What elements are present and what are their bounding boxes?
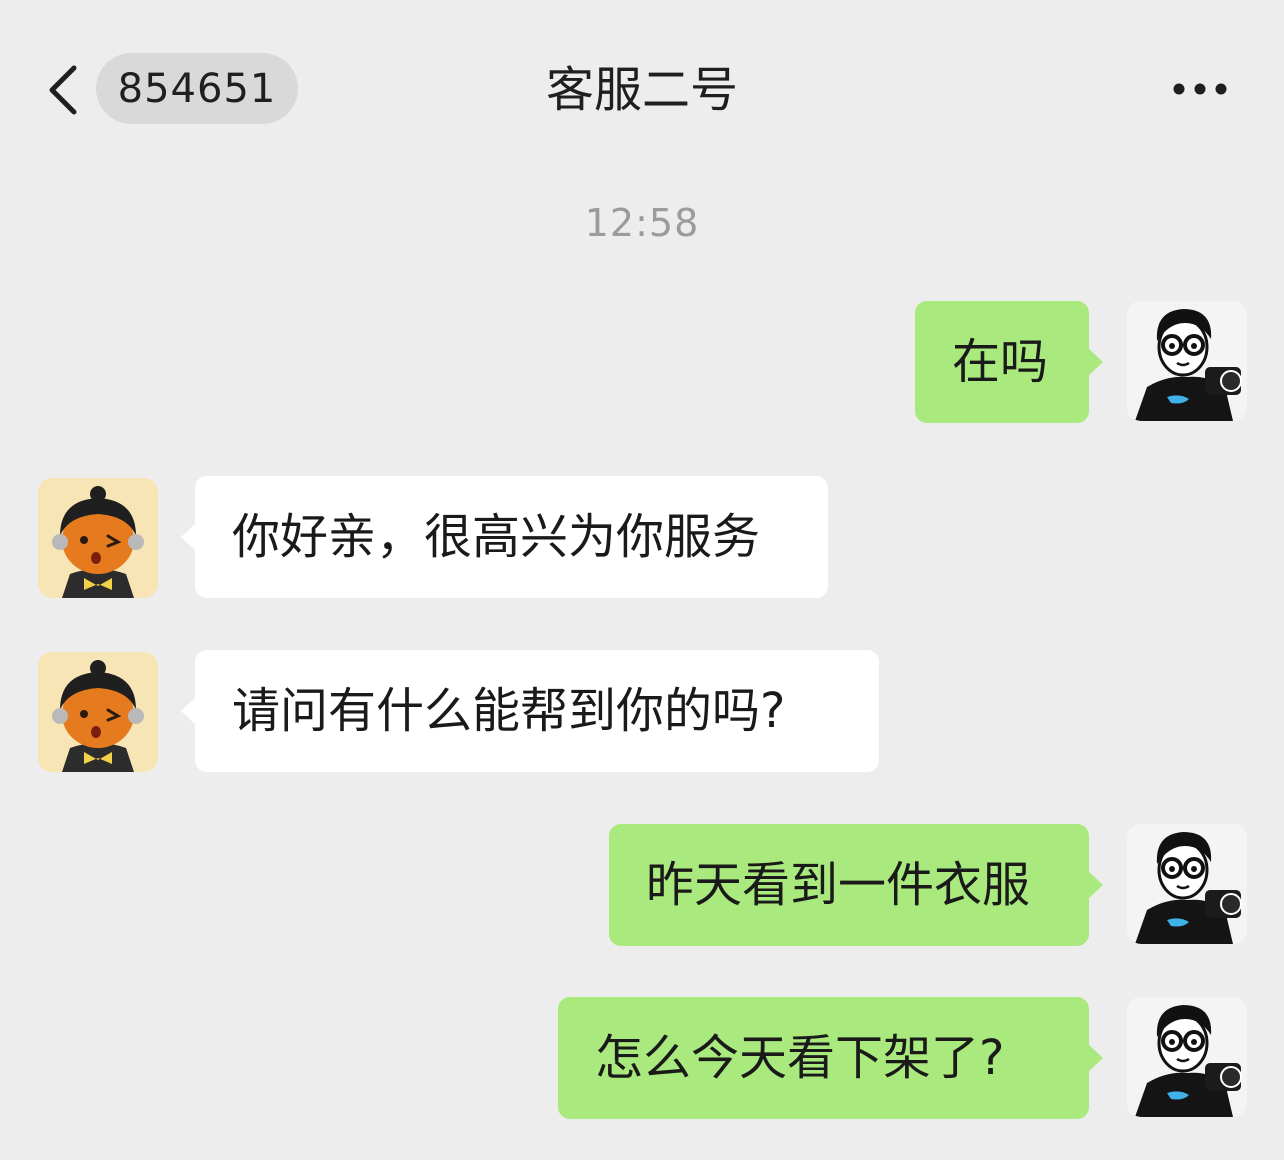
sent-message-bubble[interactable]: 怎么今天看下架了? — [558, 997, 1103, 1119]
chat-title: 客服二号 — [545, 62, 738, 118]
message-timestamp: 12:58 — [584, 201, 700, 245]
message-text: 昨天看到一件衣服 — [646, 857, 1031, 913]
sent-message-bubble[interactable]: 在吗 — [915, 301, 1103, 423]
message-text: 在吗 — [952, 334, 1049, 390]
chat-header: 854651 客服二号 — [0, 0, 1284, 180]
user-avatar-icon — [1127, 301, 1247, 421]
message-text: 请问有什么能帮到你的吗? — [232, 683, 786, 739]
received-message-bubble[interactable]: 你好亲，很高兴为你服务 — [181, 476, 828, 598]
message-text: 怎么今天看下架了? — [595, 1030, 1005, 1086]
agent-avatar-icon — [38, 652, 158, 772]
agent-avatar[interactable] — [38, 652, 158, 772]
my-avatar[interactable] — [1127, 997, 1247, 1117]
user-avatar-icon — [1127, 997, 1247, 1117]
message-text: 你好亲，很高兴为你服务 — [232, 509, 761, 565]
ellipsis-icon — [1173, 83, 1227, 95]
user-avatar-icon — [1127, 824, 1247, 944]
my-avatar[interactable] — [1127, 301, 1247, 421]
my-avatar[interactable] — [1127, 824, 1247, 944]
more-options-button[interactable] — [1160, 72, 1240, 106]
agent-avatar-icon — [38, 478, 158, 598]
agent-avatar[interactable] — [38, 478, 158, 598]
sent-message-bubble[interactable]: 昨天看到一件衣服 — [609, 824, 1103, 946]
received-message-bubble[interactable]: 请问有什么能帮到你的吗? — [181, 650, 879, 772]
